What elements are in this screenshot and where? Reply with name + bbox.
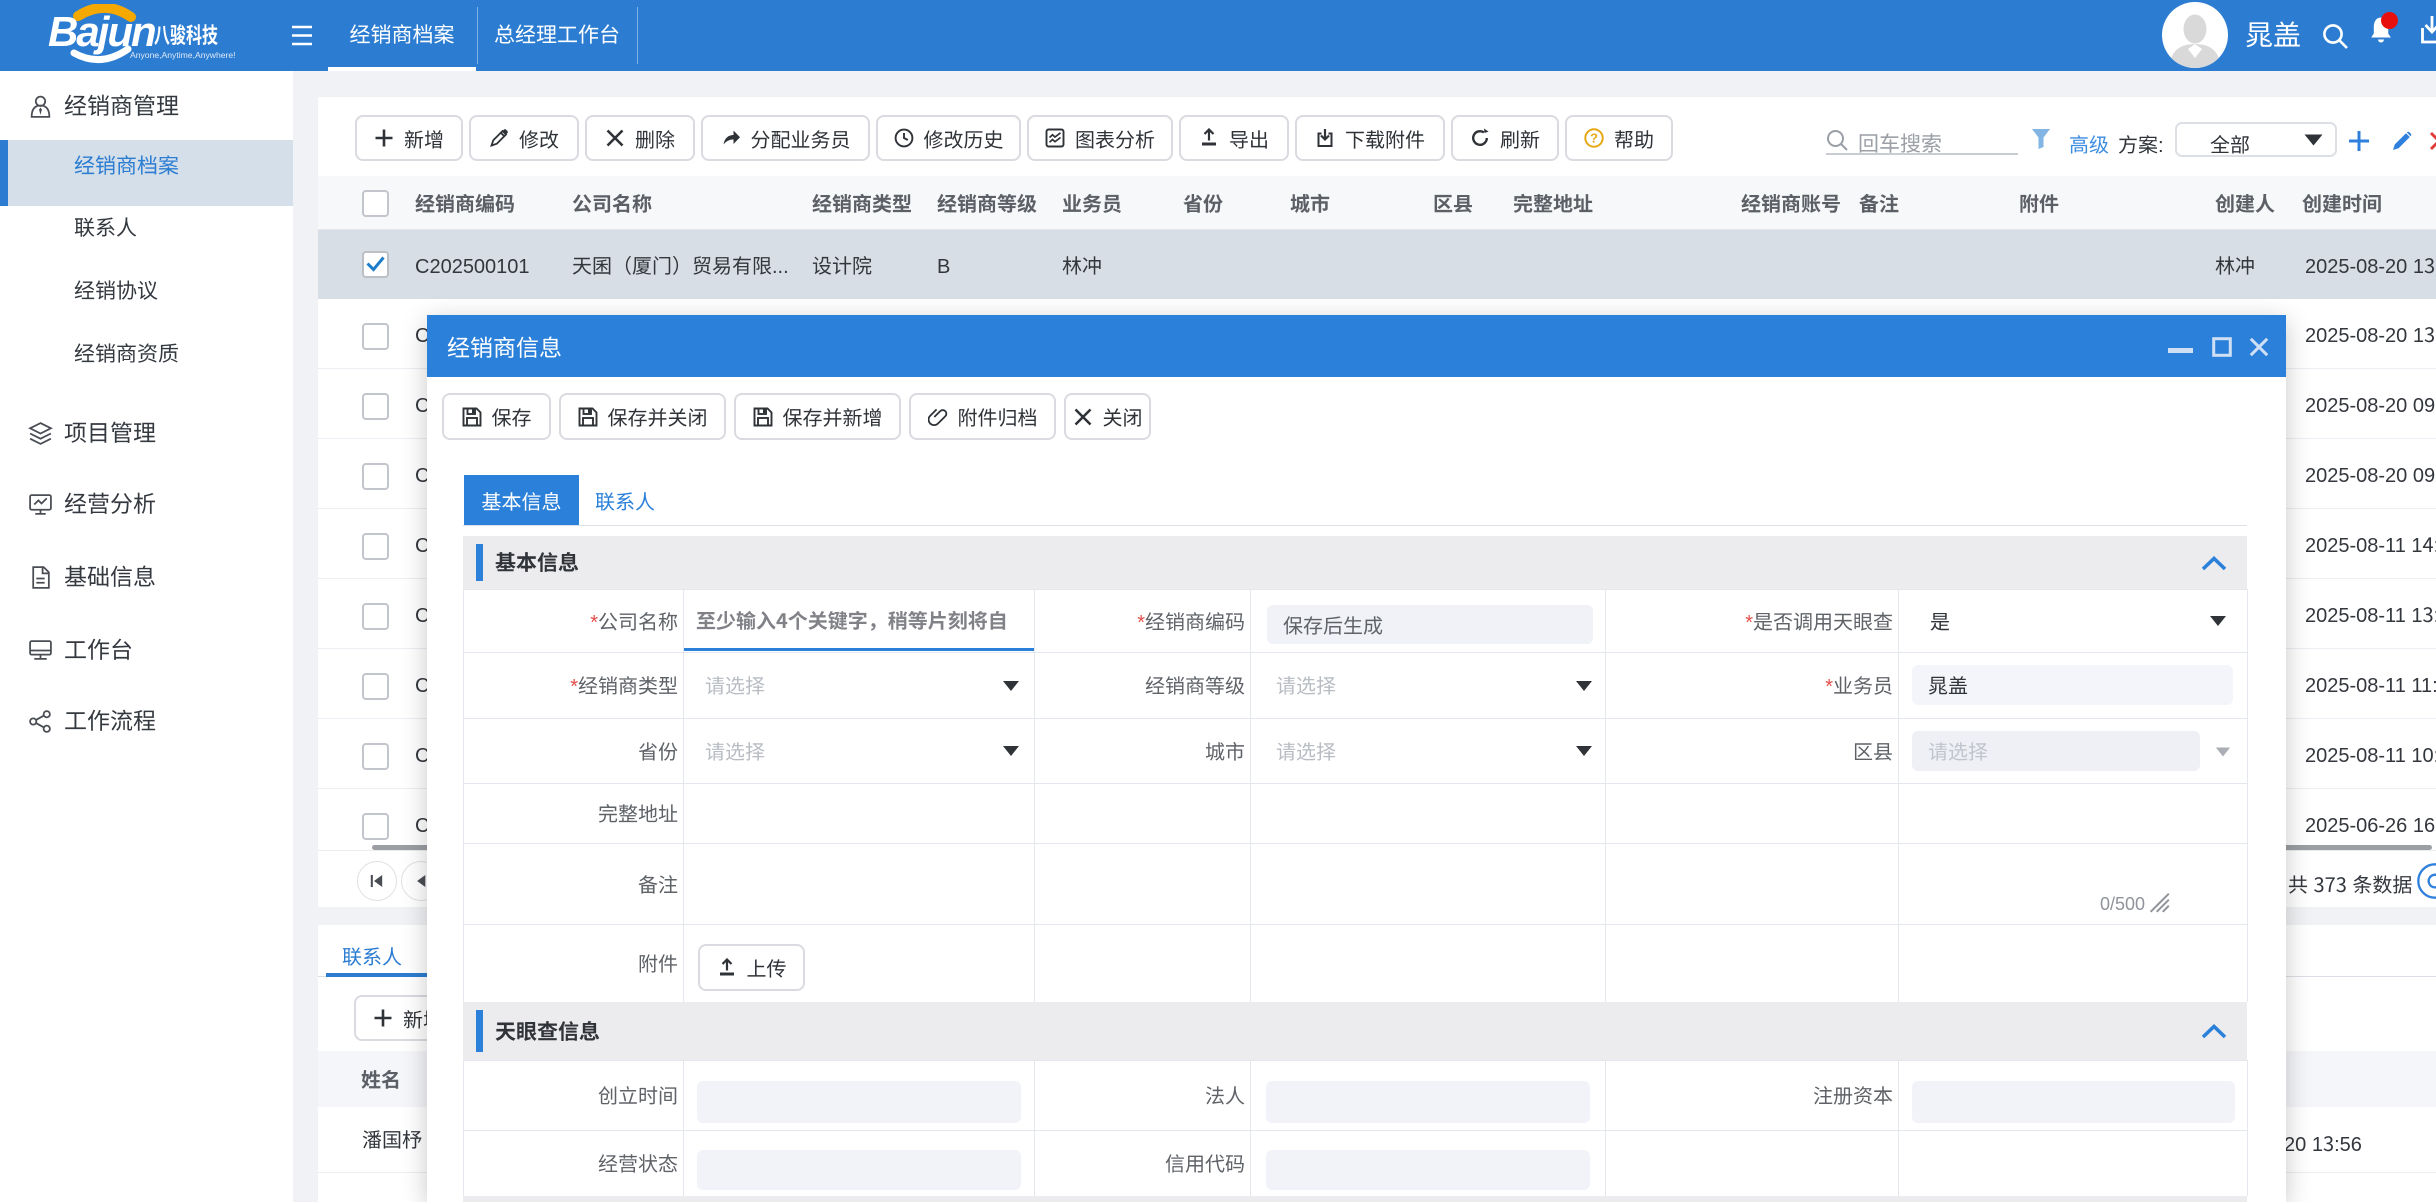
svg-text:Anyone,Anytime,Anywhere!: Anyone,Anytime,Anywhere! [130, 50, 236, 60]
svg-text:八骏科技: 八骏科技 [154, 18, 218, 50]
svg-text:Bajun: Bajun [48, 8, 155, 55]
svg-text:?: ? [1590, 131, 1598, 146]
